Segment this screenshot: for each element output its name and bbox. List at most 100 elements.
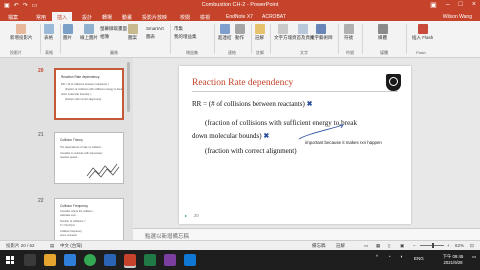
album-button[interactable]: 相簿 bbox=[100, 34, 109, 40]
divider bbox=[338, 24, 339, 54]
ribbon-tabs: 檔案 常用 插入 設計 轉場 動畫 投影片放映 校閱 檢視 EndNote X7… bbox=[0, 12, 480, 21]
thumbnails-scrollbar[interactable] bbox=[127, 62, 130, 112]
thumb-line: RR = (# of collisions between reactants)… bbox=[61, 83, 110, 86]
zoom-level[interactable]: 62% bbox=[455, 243, 464, 248]
section-label-media: 媒體 bbox=[380, 50, 388, 55]
insert-flash-button[interactable]: 插入 Flash bbox=[412, 24, 433, 41]
comment-button[interactable]: 註解 bbox=[255, 24, 265, 41]
notes-toggle[interactable]: 備忘稿 bbox=[312, 243, 326, 249]
network-icon[interactable]: ◔ bbox=[388, 254, 391, 259]
slide-text-line-4[interactable]: (fraction with correct alignment) bbox=[205, 147, 297, 155]
windows-taskbar: ^ ◔ ◖ ENG 下午 09:45 2021/9/28 ▭ bbox=[0, 250, 480, 270]
divider bbox=[251, 24, 252, 54]
window-title: Combustion CH-2 - PowerPoint bbox=[201, 2, 279, 8]
reading-view-icon[interactable]: ▯ bbox=[388, 243, 390, 249]
search-icon[interactable] bbox=[24, 254, 36, 266]
divider bbox=[406, 24, 407, 54]
slide-text-line-1[interactable]: RR = (# of collisions between reactants)… bbox=[192, 100, 312, 108]
divider bbox=[40, 24, 41, 54]
slide-canvas[interactable]: Reaction Rate dependency RR = (# of coll… bbox=[179, 66, 411, 224]
speaker-icon bbox=[378, 24, 388, 34]
line-1-text: RR = (# of collisions between reactants) bbox=[192, 100, 307, 108]
smartart-button[interactable]: SmartArt bbox=[146, 26, 164, 31]
tab-review[interactable]: 校閱 bbox=[180, 14, 190, 21]
sorter-view-icon[interactable]: ▦ bbox=[376, 243, 380, 249]
tab-insert[interactable]: 插入 bbox=[52, 12, 73, 21]
tab-animations[interactable]: 動畫 bbox=[122, 14, 132, 21]
powerpoint-icon[interactable] bbox=[124, 254, 136, 266]
tab-view[interactable]: 檢視 bbox=[200, 14, 210, 21]
close-button[interactable]: × bbox=[472, 1, 476, 9]
slide-text-line-3[interactable]: down molecular bounds) ✖ bbox=[192, 132, 269, 140]
tab-design[interactable]: 設計 bbox=[82, 14, 92, 21]
link-icon bbox=[219, 24, 230, 34]
tab-endnote[interactable]: EndNote X7 bbox=[226, 14, 253, 20]
proofing-icon[interactable]: ▤ bbox=[50, 243, 54, 249]
zoom-out-button[interactable]: – bbox=[413, 243, 416, 248]
edge-icon[interactable] bbox=[64, 254, 76, 266]
textbox-button[interactable]: 文字方塊 bbox=[274, 24, 292, 41]
notification-icon[interactable]: ▭ bbox=[472, 254, 476, 260]
volume-icon[interactable]: ◖ bbox=[400, 254, 403, 259]
title-bar: ▣ ↶ ↷ ▭ Combustion CH-2 - PowerPoint ▣ –… bbox=[0, 0, 480, 12]
excel-icon[interactable] bbox=[144, 254, 156, 266]
media-button[interactable]: 媒體 bbox=[378, 24, 388, 41]
slideshow-view-icon[interactable]: ▣ bbox=[400, 243, 404, 249]
online-picture-button[interactable]: 線上圖片 bbox=[80, 24, 98, 41]
slide-thumbnail-21[interactable]: Collision Theory The dependence of rate … bbox=[54, 132, 124, 184]
wordart-button[interactable]: 文字藝術師 bbox=[310, 24, 333, 41]
language-indicator-taskbar[interactable]: ENG bbox=[414, 256, 424, 261]
notes-placeholder: 點選以新增備忘稿 bbox=[145, 234, 190, 240]
fit-slide-icon[interactable]: ⊡ bbox=[470, 243, 474, 249]
language-indicator[interactable]: 中文 (台灣) bbox=[60, 243, 82, 249]
file-explorer-icon[interactable] bbox=[44, 254, 56, 266]
shapes-button[interactable]: 圖案 bbox=[128, 24, 138, 41]
new-slide-button[interactable]: 新增投影片 bbox=[10, 24, 33, 41]
maximize-button[interactable]: □ bbox=[459, 1, 463, 9]
slide-thumbnails-pane: 20 Reaction Rate dependency RR = (# of c… bbox=[0, 58, 133, 240]
onenote-icon[interactable] bbox=[164, 254, 176, 266]
teams-icon[interactable] bbox=[184, 254, 196, 266]
tab-acrobat[interactable]: ACROBAT bbox=[262, 14, 286, 20]
tab-home[interactable]: 常用 bbox=[36, 14, 46, 21]
store-button[interactable]: 市集 bbox=[174, 26, 183, 32]
system-clock[interactable]: 下午 09:45 2021/9/28 bbox=[437, 254, 469, 266]
divider bbox=[170, 24, 171, 54]
user-name[interactable]: Wilson Wang bbox=[443, 14, 472, 20]
play-animation-icon[interactable]: ▸ bbox=[185, 213, 187, 218]
tab-transitions[interactable]: 轉場 bbox=[102, 14, 112, 21]
tab-file[interactable]: 檔案 bbox=[8, 14, 18, 21]
symbol-button[interactable]: 符號 bbox=[344, 24, 354, 41]
chart-button[interactable]: 圖表 bbox=[146, 34, 155, 40]
ribbon-options-icon[interactable]: ▣ bbox=[430, 1, 437, 9]
thumb-line: reaction speed... bbox=[60, 156, 80, 159]
slide-thumbnail-22[interactable]: Collision Frequency Consider where the c… bbox=[54, 198, 124, 240]
tab-slideshow[interactable]: 投影片放映 bbox=[142, 14, 167, 21]
action-button[interactable]: 動作 bbox=[235, 24, 245, 41]
table-button[interactable]: 表格 bbox=[44, 24, 54, 41]
minimize-button[interactable]: – bbox=[446, 1, 450, 9]
screenshot-button[interactable]: 螢幕擷取畫面 bbox=[100, 26, 127, 32]
thumb-number: 22 bbox=[38, 198, 44, 204]
picture-button[interactable]: 圖片 bbox=[63, 24, 73, 41]
section-label-symbols: 符號 bbox=[346, 50, 354, 55]
slide-thumbnail-20[interactable]: Reaction Rate dependency RR = (# of coll… bbox=[54, 68, 124, 120]
my-addins-button[interactable]: 我的增益集 bbox=[174, 34, 197, 40]
tray-chevron-icon[interactable]: ^ bbox=[376, 254, 378, 259]
word-icon[interactable] bbox=[104, 254, 116, 266]
notes-pane[interactable]: 點選以新增備忘稿 bbox=[133, 228, 480, 240]
status-bar: 投影片 20 / 62 ▤ 中文 (台灣) 備忘稿 註解 ▭ ▦ ▯ ▣ – +… bbox=[0, 240, 480, 250]
slide-title[interactable]: Reaction Rate dependency bbox=[192, 78, 293, 88]
hyperlink-button[interactable]: 超連結 bbox=[218, 24, 232, 41]
thumb-line: Number of collisions = bbox=[60, 220, 86, 223]
comments-toggle[interactable]: 註解 bbox=[336, 243, 345, 249]
zoom-in-button[interactable]: + bbox=[447, 243, 450, 248]
normal-view-icon[interactable]: ▭ bbox=[364, 243, 368, 249]
chrome-icon[interactable] bbox=[84, 254, 96, 266]
windows-start-icon[interactable] bbox=[6, 256, 14, 264]
zoom-slider-thumb[interactable] bbox=[432, 243, 434, 248]
thumb-line: calculate sum ... bbox=[60, 214, 79, 217]
slide-number: 20 bbox=[194, 213, 199, 218]
section-label-comments: 註解 bbox=[256, 50, 264, 55]
header-footer-icon bbox=[298, 24, 309, 34]
